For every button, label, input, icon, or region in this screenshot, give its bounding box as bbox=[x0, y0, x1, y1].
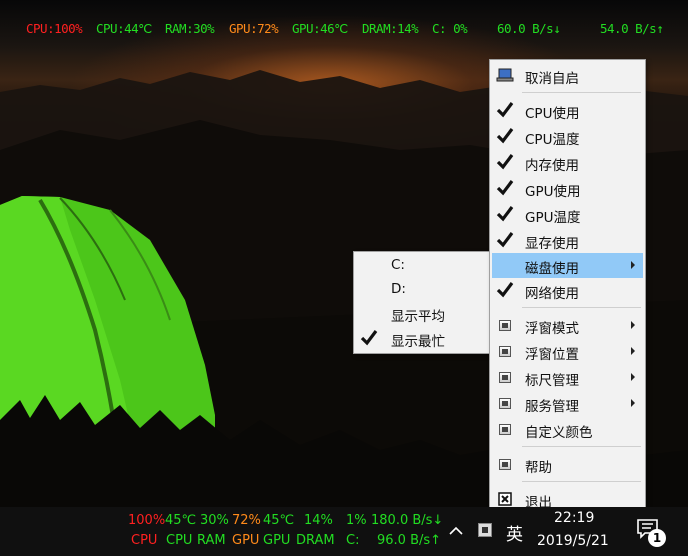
overlay-net-down: 60.0 B/s↓ bbox=[497, 21, 561, 36]
tb-cpu-label: CPU bbox=[131, 533, 158, 548]
tb-cpu-temp-value: 45℃ bbox=[165, 513, 197, 528]
tb-ram-label: RAM bbox=[197, 533, 226, 548]
menu-separator bbox=[522, 446, 641, 447]
menu-item-ruler-manage[interactable]: 标尺管理 bbox=[492, 365, 643, 390]
overlay-net-up: 54.0 B/s↑ bbox=[600, 21, 664, 36]
menu-item-label: CPU温度 bbox=[525, 132, 580, 148]
tb-net-down-value: 180.0 B/s↓ bbox=[371, 513, 444, 528]
menu-item-disable-autostart[interactable]: 取消自启 bbox=[492, 63, 643, 88]
menu-item-cpu-usage[interactable]: CPU使用 bbox=[492, 98, 643, 123]
menu-item-label: 取消自启 bbox=[525, 71, 579, 87]
submenu-item-label: 显示平均 bbox=[391, 309, 445, 325]
submenu-item-label: 显示最忙 bbox=[391, 334, 445, 350]
tb-dram-label: DRAM bbox=[296, 533, 335, 548]
notification-center-button[interactable]: 1 bbox=[637, 519, 669, 549]
tb-net-up-value: 96.0 B/s↑ bbox=[377, 533, 442, 548]
menu-item-custom-color[interactable]: 自定义颜色 bbox=[492, 417, 643, 442]
menu-item-label: 网络使用 bbox=[525, 286, 579, 302]
context-menu: 取消自启 CPU使用 CPU温度 内存使用 GPU使用 GPU温度 显存使用 磁… bbox=[489, 59, 646, 514]
submenu-item-d[interactable]: D: bbox=[356, 277, 490, 302]
overlay-gpu-usage: GPU:72% bbox=[229, 21, 279, 36]
check-icon bbox=[496, 282, 514, 298]
menu-item-label: 浮窗模式 bbox=[525, 321, 579, 337]
tray-app-icon[interactable] bbox=[478, 523, 492, 537]
menu-item-label: 服务管理 bbox=[525, 399, 579, 415]
overlay-cpu-usage: CPU:100% bbox=[26, 21, 83, 36]
menu-item-ram-usage[interactable]: 内存使用 bbox=[492, 150, 643, 175]
tb-cpu-temp-label: CPU bbox=[166, 533, 193, 548]
check-icon bbox=[496, 180, 514, 196]
close-box-icon bbox=[498, 492, 512, 506]
tb-gpu-temp-value: 45℃ bbox=[263, 513, 295, 528]
chevron-up-icon[interactable] bbox=[449, 526, 463, 536]
tb-dram-value: 14% bbox=[304, 513, 333, 528]
menu-item-label: 内存使用 bbox=[525, 158, 579, 174]
tb-cpu-usage-value: 100% bbox=[128, 513, 166, 528]
submenu-arrow-icon bbox=[631, 399, 635, 407]
menu-item-vram-usage[interactable]: 显存使用 bbox=[492, 228, 643, 253]
submenu-arrow-icon bbox=[631, 373, 635, 381]
check-icon bbox=[360, 330, 378, 346]
menu-item-float-position[interactable]: 浮窗位置 bbox=[492, 339, 643, 364]
ime-indicator[interactable]: 英 bbox=[506, 520, 523, 545]
submenu-item-label: D: bbox=[391, 281, 406, 297]
menu-item-gpu-usage[interactable]: GPU使用 bbox=[492, 176, 643, 201]
tb-gpu-usage-value: 72% bbox=[232, 513, 261, 528]
menu-item-cpu-temp[interactable]: CPU温度 bbox=[492, 124, 643, 149]
menu-separator bbox=[522, 307, 641, 308]
submenu-item-label: C: bbox=[391, 257, 405, 273]
window-icon bbox=[499, 320, 511, 331]
check-icon bbox=[496, 154, 514, 170]
menu-item-help[interactable]: 帮助 bbox=[492, 452, 643, 477]
submenu-item-show-average[interactable]: 显示平均 bbox=[356, 301, 490, 326]
menu-item-gpu-temp[interactable]: GPU温度 bbox=[492, 202, 643, 227]
window-icon bbox=[499, 424, 511, 435]
menu-separator bbox=[522, 481, 641, 482]
menu-item-label: 显存使用 bbox=[525, 236, 579, 252]
menu-item-label: 标尺管理 bbox=[525, 373, 579, 389]
check-icon bbox=[496, 128, 514, 144]
menu-separator bbox=[522, 92, 641, 93]
notification-count-badge: 1 bbox=[648, 529, 666, 547]
submenu-item-c[interactable]: C: bbox=[356, 253, 490, 278]
menu-item-disk-usage[interactable]: 磁盘使用 bbox=[492, 253, 643, 278]
submenu-arrow-icon bbox=[631, 347, 635, 355]
menu-item-label: 帮助 bbox=[525, 460, 552, 476]
menu-item-label: 浮窗位置 bbox=[525, 347, 579, 363]
window-icon bbox=[499, 459, 511, 470]
menu-item-label: 磁盘使用 bbox=[525, 261, 579, 277]
tb-gpu-temp-label: GPU bbox=[263, 533, 291, 548]
window-icon bbox=[499, 398, 511, 409]
submenu-item-show-busiest[interactable]: 显示最忙 bbox=[356, 326, 490, 351]
overlay-dram: DRAM:14% bbox=[362, 21, 419, 36]
overlay-cpu-temp: CPU:44℃ bbox=[96, 21, 152, 36]
submenu-arrow-icon bbox=[631, 321, 635, 329]
menu-item-float-mode[interactable]: 浮窗模式 bbox=[492, 313, 643, 338]
menu-item-label: GPU使用 bbox=[525, 184, 581, 200]
menu-item-label: 自定义颜色 bbox=[525, 425, 593, 441]
overlay-gpu-temp: GPU:46℃ bbox=[292, 21, 348, 36]
check-icon bbox=[496, 206, 514, 222]
disk-submenu: C: D: 显示平均 显示最忙 bbox=[353, 251, 493, 354]
overlay-ram: RAM:30% bbox=[165, 21, 215, 36]
laptop-icon bbox=[496, 68, 514, 82]
submenu-arrow-icon bbox=[631, 261, 635, 269]
window-icon bbox=[499, 346, 511, 357]
tb-disk-label: C: bbox=[346, 533, 360, 548]
menu-item-service-manage[interactable]: 服务管理 bbox=[492, 391, 643, 416]
clock-date: 2019/5/21 bbox=[537, 533, 609, 549]
menu-item-label: GPU温度 bbox=[525, 210, 581, 226]
check-icon bbox=[496, 102, 514, 118]
taskbar: 100% 45℃ 30% 72% 45℃ 14% 1% 180.0 B/s↓ C… bbox=[0, 507, 688, 556]
menu-item-network-usage[interactable]: 网络使用 bbox=[492, 278, 643, 303]
tb-ram-value: 30% bbox=[200, 513, 229, 528]
tb-gpu-label: GPU bbox=[232, 533, 260, 548]
overlay-disk: C: 0% bbox=[432, 21, 468, 36]
check-icon bbox=[496, 232, 514, 248]
clock-time: 22:19 bbox=[554, 510, 595, 526]
window-icon bbox=[499, 372, 511, 383]
menu-item-label: CPU使用 bbox=[525, 106, 580, 122]
tb-disk-value: 1% bbox=[346, 513, 367, 528]
